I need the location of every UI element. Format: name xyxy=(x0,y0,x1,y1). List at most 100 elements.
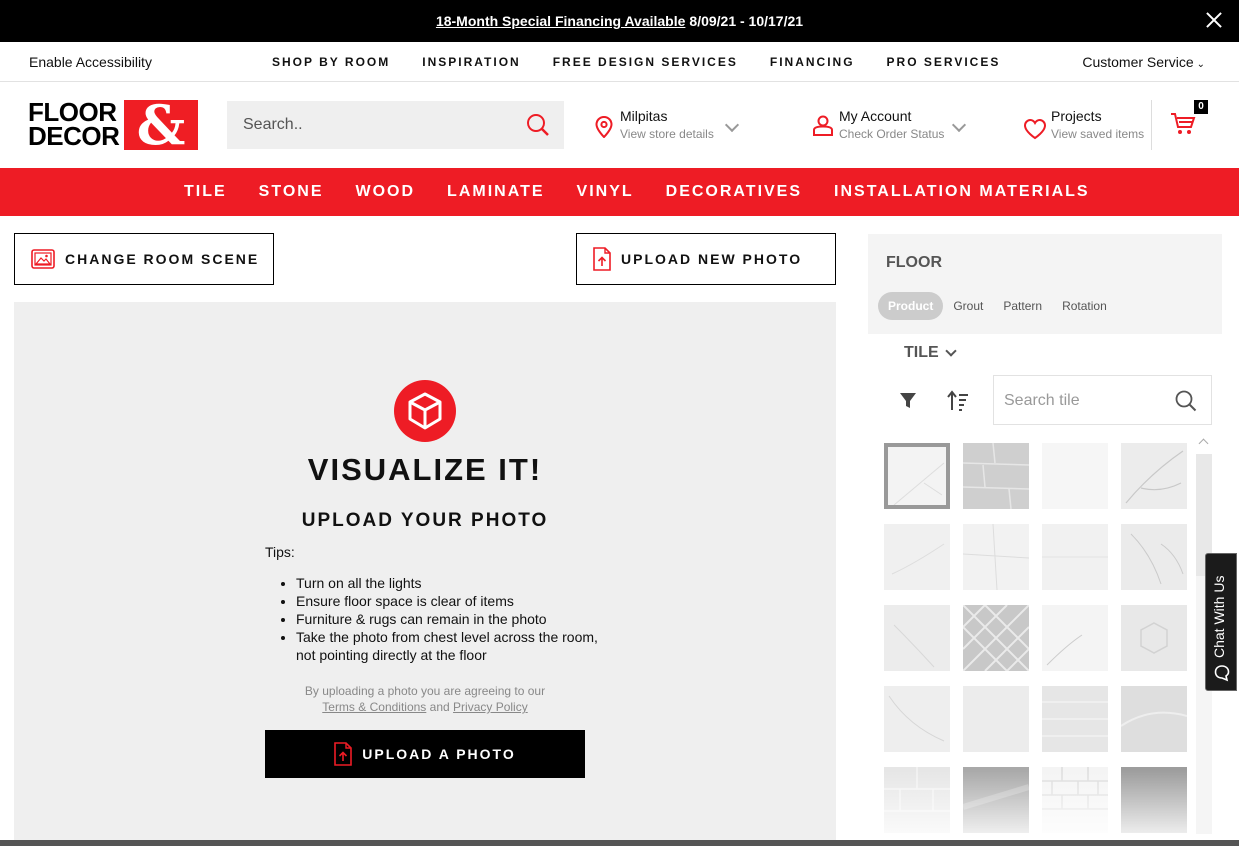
nav-financing[interactable]: FINANCING xyxy=(770,55,855,69)
floor-options-panel: FLOOR Product Grout Pattern Rotation xyxy=(868,234,1222,334)
store-selector[interactable]: Milpitas View store details xyxy=(595,108,745,148)
tips-list: Turn on all the lights Ensure floor spac… xyxy=(282,574,612,664)
search-icon[interactable] xyxy=(526,113,550,137)
floor-decor-logo[interactable]: FLOOR DECOR & xyxy=(28,98,200,152)
tile-swatch[interactable] xyxy=(884,686,950,752)
image-icon xyxy=(31,249,55,269)
category-installation-materials[interactable]: INSTALLATION MATERIALS xyxy=(834,183,1090,201)
upload-file-icon xyxy=(593,247,611,271)
tile-swatch[interactable] xyxy=(1121,605,1187,671)
tile-swatch[interactable] xyxy=(962,523,1030,591)
scroll-up-icon[interactable] xyxy=(1198,438,1209,449)
projects-link[interactable]: Projects View saved items xyxy=(1023,108,1148,148)
upload-file-icon xyxy=(334,742,353,766)
enable-accessibility-link[interactable]: Enable Accessibility xyxy=(29,54,152,70)
tips-heading: Tips: xyxy=(265,544,295,560)
tile-search xyxy=(993,375,1212,426)
customer-service-menu[interactable]: Customer Service ⌄ xyxy=(1082,54,1205,70)
chevron-down-icon: ⌄ xyxy=(1196,59,1205,70)
category-wood[interactable]: WOOD xyxy=(356,183,416,201)
tile-swatch[interactable] xyxy=(1121,443,1187,509)
tile-swatch[interactable] xyxy=(1042,767,1108,833)
nav-pro-services[interactable]: PRO SERVICES xyxy=(887,55,1001,69)
nav-inspiration[interactable]: INSPIRATION xyxy=(422,55,520,69)
tab-rotation[interactable]: Rotation xyxy=(1062,299,1107,313)
category-laminate[interactable]: LAMINATE xyxy=(447,183,544,201)
nav-free-design-services[interactable]: FREE DESIGN SERVICES xyxy=(553,55,738,69)
store-details-link: View store details xyxy=(620,127,714,141)
tile-swatch[interactable] xyxy=(1120,686,1188,752)
tab-pattern[interactable]: Pattern xyxy=(1003,299,1042,313)
visualize-title: VISUALIZE IT! xyxy=(307,452,543,487)
upload-photo-button[interactable]: UPLOAD A PHOTO xyxy=(265,730,585,778)
tile-swatch[interactable] xyxy=(962,767,1030,833)
upload-legal-text: By uploading a photo you are agreeing to… xyxy=(14,683,836,715)
heart-icon xyxy=(1023,118,1047,140)
category-stone[interactable]: STONE xyxy=(259,183,324,201)
tile-swatch[interactable] xyxy=(1042,443,1108,509)
sort-icon[interactable] xyxy=(946,390,970,412)
category-nav: TILE STONE WOOD LAMINATE VINYL DECORATIV… xyxy=(0,168,1239,216)
product-category-dropdown[interactable]: TILE xyxy=(904,344,957,362)
nav-shop-by-room[interactable]: SHOP BY ROOM xyxy=(272,55,390,69)
category-decoratives[interactable]: DECORATIVES xyxy=(666,183,802,201)
user-icon xyxy=(813,115,833,136)
change-room-scene-label: CHANGE ROOM SCENE xyxy=(65,251,260,267)
chevron-down-icon xyxy=(951,117,967,133)
tab-grout[interactable]: Grout xyxy=(953,299,983,313)
site-header: FLOOR DECOR & Milpitas View store detail… xyxy=(0,82,1239,168)
upload-photo-label: UPLOAD A PHOTO xyxy=(362,746,516,762)
shopping-cart-icon xyxy=(1171,113,1196,134)
logo-line2: DECOR xyxy=(28,121,120,151)
category-vinyl[interactable]: VINYL xyxy=(577,183,634,201)
tile-swatch[interactable] xyxy=(962,443,1030,510)
account-title: My Account xyxy=(839,108,912,124)
customer-service-label: Customer Service xyxy=(1082,54,1194,70)
legal-line: By uploading a photo you are agreeing to… xyxy=(304,684,546,698)
promo-bar: 18-Month Special Financing Available 8/0… xyxy=(0,0,1239,42)
projects-subtitle: View saved items xyxy=(1051,127,1145,141)
logo-wordmark: FLOOR DECOR xyxy=(28,99,120,151)
upload-new-photo-label: UPLOAD NEW PHOTO xyxy=(621,251,803,267)
tile-swatch[interactable] xyxy=(1042,605,1108,671)
tile-swatch[interactable] xyxy=(884,767,950,833)
terms-link[interactable]: Terms & Conditions xyxy=(322,700,426,714)
visualizer-panel: VISUALIZE IT! UPLOAD YOUR PHOTO Tips: Tu… xyxy=(14,302,836,846)
account-subtitle: Check Order Status xyxy=(839,127,945,141)
store-name: Milpitas xyxy=(620,108,668,124)
filter-icon[interactable] xyxy=(899,392,917,410)
tip-item: Turn on all the lights xyxy=(296,574,612,592)
chevron-down-icon xyxy=(945,345,957,357)
tile-swatch[interactable] xyxy=(963,686,1029,752)
tile-search-input[interactable] xyxy=(994,376,1164,426)
promo-financing-link[interactable]: 18-Month Special Financing Available xyxy=(436,13,685,29)
tile-swatch[interactable] xyxy=(884,443,950,509)
tile-swatch[interactable] xyxy=(962,604,1030,672)
promo-dates: 8/09/21 - 10/17/21 xyxy=(689,13,804,29)
cart-button[interactable]: 0 xyxy=(1151,100,1211,150)
chevron-down-icon xyxy=(724,117,740,133)
tile-swatch[interactable] xyxy=(884,605,950,671)
search-icon[interactable] xyxy=(1175,390,1197,412)
bottom-edge xyxy=(0,840,1239,846)
upload-new-photo-button[interactable]: UPLOAD NEW PHOTO xyxy=(576,233,836,285)
category-tile[interactable]: TILE xyxy=(184,183,227,201)
chat-bubble-icon xyxy=(1214,665,1230,682)
chat-with-us-button[interactable]: Chat With Us xyxy=(1205,553,1237,691)
floor-heading: FLOOR xyxy=(886,254,942,271)
tile-swatch[interactable] xyxy=(1121,524,1187,590)
tab-product[interactable]: Product xyxy=(878,292,944,320)
tile-swatch-grid xyxy=(884,443,1194,833)
close-icon[interactable] xyxy=(1205,11,1223,29)
search-input[interactable] xyxy=(227,101,517,149)
tile-swatch[interactable] xyxy=(884,524,950,590)
site-search xyxy=(227,101,564,149)
logo-ampersand: & xyxy=(124,98,198,152)
tile-swatch[interactable] xyxy=(1042,686,1108,752)
account-menu[interactable]: My Account Check Order Status xyxy=(812,108,972,148)
tile-swatch[interactable] xyxy=(1042,524,1108,590)
privacy-link[interactable]: Privacy Policy xyxy=(453,700,528,714)
tile-swatch[interactable] xyxy=(1121,767,1187,833)
change-room-scene-button[interactable]: CHANGE ROOM SCENE xyxy=(14,233,274,285)
tip-item: Ensure floor space is clear of items xyxy=(296,592,612,610)
